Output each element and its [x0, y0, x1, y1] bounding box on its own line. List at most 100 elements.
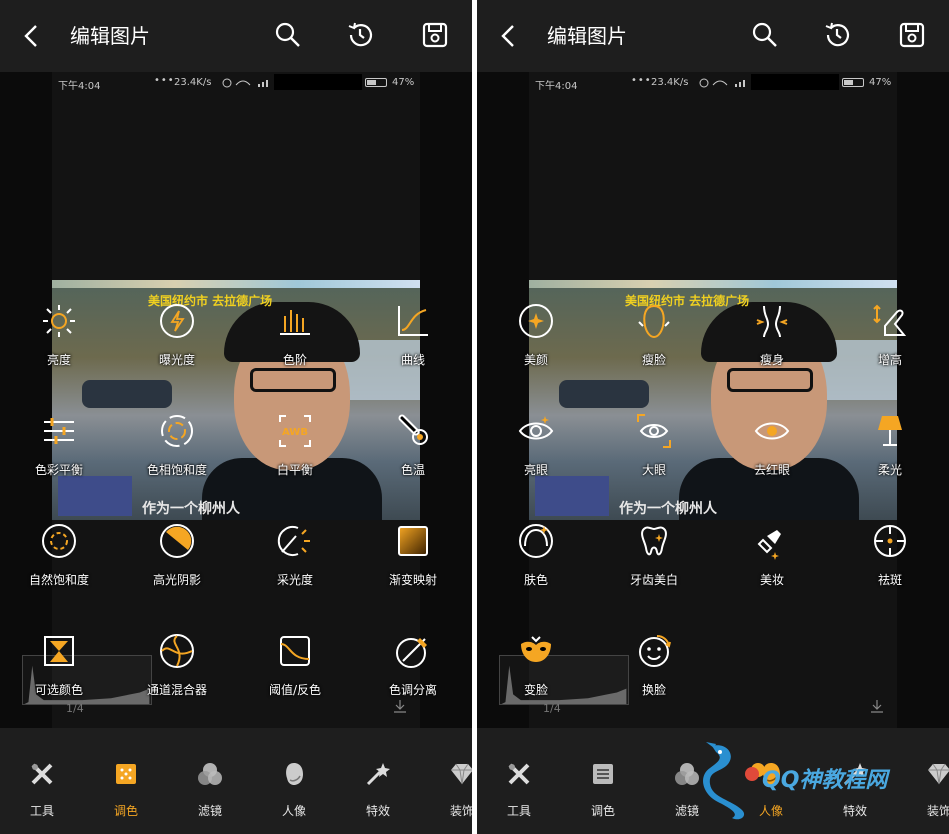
- tool-label: 色阶: [282, 353, 307, 367]
- status-time: 下午4:04: [58, 81, 101, 92]
- tool-soft-light[interactable]: 柔光: [831, 412, 949, 492]
- tool-label: 亮眼: [523, 463, 548, 477]
- category-effects[interactable]: 特效: [350, 760, 406, 819]
- tool-label: 换脸: [641, 683, 666, 697]
- tool-face-swap[interactable]: 换脸: [595, 632, 713, 712]
- tool-label: 亮度: [46, 353, 71, 367]
- category-label: 调色: [590, 804, 615, 818]
- tool-label: 色温: [400, 463, 425, 477]
- back-arrow-icon[interactable]: [20, 22, 44, 50]
- tool-red-eye[interactable]: 去红眼: [713, 412, 831, 492]
- category-color[interactable]: 调色: [98, 760, 154, 819]
- tool-temperature[interactable]: 色温: [354, 412, 472, 492]
- watermark-text: QQ神教程网: [762, 768, 888, 793]
- tool-threshold[interactable]: 阈值/反色: [236, 632, 354, 712]
- sliders-icon: [44, 418, 74, 444]
- body-slim-icon: [756, 305, 788, 338]
- tool-label: 美妆: [759, 573, 784, 587]
- tool-bright-eye[interactable]: 亮眼: [477, 412, 595, 492]
- tool-channel-mixer[interactable]: 通道混合器: [118, 632, 236, 712]
- gradient-map-icon: [398, 526, 428, 556]
- red-eye-icon: [754, 422, 790, 440]
- redacted-box: [751, 74, 839, 90]
- download-icon[interactable]: [869, 698, 885, 714]
- tool-label: 阈值/反色: [268, 683, 322, 697]
- category-tools[interactable]: 工具: [491, 760, 547, 819]
- face-slim-icon: [638, 304, 670, 339]
- tool-label: 美颜: [523, 353, 548, 367]
- history-icon[interactable]: [345, 20, 375, 50]
- tool-selective-color[interactable]: 可选颜色: [0, 632, 118, 712]
- tool-label: 增高: [877, 353, 902, 367]
- tool-blemish[interactable]: 祛斑: [831, 522, 949, 602]
- video-caption-bottom: 作为一个柳州人: [142, 501, 240, 517]
- tool-makeup[interactable]: 美妆: [713, 522, 831, 602]
- hue-icon: [161, 415, 193, 447]
- tool-brightness[interactable]: 亮度: [0, 302, 118, 382]
- category-decor[interactable]: 装饰: [434, 760, 472, 819]
- tool-lighting[interactable]: 采光度: [236, 522, 354, 602]
- tool-big-eye[interactable]: 大眼: [595, 412, 713, 492]
- category-label: 人像: [281, 804, 306, 818]
- status-battery: 47%: [869, 77, 892, 88]
- filter-icon: [198, 763, 222, 785]
- tool-teeth-whitening[interactable]: 牙齿美白: [595, 522, 713, 602]
- search-icon[interactable]: [750, 20, 780, 50]
- video-caption-bottom: 作为一个柳州人: [619, 501, 717, 517]
- category-portrait[interactable]: 人像: [266, 760, 322, 819]
- tool-label: 采光度: [276, 573, 313, 587]
- status-dots: •••: [154, 75, 175, 86]
- image-canvas[interactable]: 下午4:04 ••• 23.4K/s 47% 美国纽约市 去拉德广场 作为一个柳…: [477, 72, 949, 728]
- tool-posterize[interactable]: 色调分离: [354, 632, 472, 712]
- tool-curves[interactable]: 曲线: [354, 302, 472, 382]
- history-icon[interactable]: [822, 20, 852, 50]
- tool-label: 渐变映射: [388, 573, 437, 587]
- page-title: 编辑图片: [70, 24, 150, 48]
- category-filter[interactable]: 滤镜: [182, 760, 238, 819]
- back-arrow-icon[interactable]: [497, 22, 521, 50]
- top-toolbar: 编辑图片: [477, 0, 949, 72]
- tool-change-face[interactable]: 变脸: [477, 632, 595, 712]
- tool-slim-face[interactable]: 瘦脸: [595, 302, 713, 382]
- tool-label: 祛斑: [877, 573, 902, 587]
- category-tools[interactable]: 工具: [14, 760, 70, 819]
- tool-skin-tone[interactable]: 肤色: [477, 522, 595, 602]
- tool-levels[interactable]: 色阶: [236, 302, 354, 382]
- tool-label: 色相饱和度: [146, 463, 207, 477]
- category-color[interactable]: 调色: [575, 760, 631, 819]
- tool-exposure[interactable]: 曝光度: [118, 302, 236, 382]
- color-icon: [116, 764, 136, 784]
- tool-height[interactable]: 增高: [831, 302, 949, 382]
- tooth-icon: [641, 526, 667, 556]
- tool-label: 曲线: [400, 353, 425, 367]
- save-icon[interactable]: [420, 20, 450, 50]
- svg-text:AWB: AWB: [282, 427, 308, 438]
- tool-label: 大眼: [641, 463, 666, 477]
- category-label: 装饰: [449, 804, 472, 818]
- tool-slim-body[interactable]: 瘦身: [713, 302, 831, 382]
- phone-status-bar: 下午4:04 ••• 23.4K/s 47%: [52, 72, 420, 94]
- tool-label: 自然饱和度: [28, 573, 89, 587]
- search-icon[interactable]: [273, 20, 303, 50]
- tool-white-balance[interactable]: AWB 白平衡: [236, 412, 354, 492]
- portrait-icon: [286, 763, 303, 785]
- highlight-icon: [160, 524, 194, 558]
- tool-hue-saturation[interactable]: 色相饱和度: [118, 412, 236, 492]
- battery-icon: [842, 78, 864, 87]
- image-canvas[interactable]: 下午4:04 ••• 23.4K/s 47% 美国纽约市 去拉德广场 作为一个柳…: [0, 72, 472, 728]
- tool-highlight-shadow[interactable]: 高光阴影: [118, 522, 236, 602]
- tools-icon: [31, 763, 53, 785]
- edited-image: 下午4:04 ••• 23.4K/s 47% 美国纽约市 去拉德广场 作为一个柳…: [52, 72, 420, 728]
- tool-color-balance[interactable]: 色彩平衡: [0, 412, 118, 492]
- tool-vibrance[interactable]: 自然饱和度: [0, 522, 118, 602]
- exposure-icon: [160, 304, 194, 338]
- editor-panel-portrait: 编辑图片 下午4:04 ••• 23.4K/s 47% 美国纽约市 去拉德广场 …: [477, 0, 949, 834]
- tool-label: 曝光度: [158, 353, 195, 367]
- tool-beauty[interactable]: 美颜: [477, 302, 595, 382]
- phone-status-bar: 下午4:04 ••• 23.4K/s 47%: [529, 72, 897, 94]
- tool-label: 白平衡: [276, 463, 313, 477]
- lipstick-icon: [757, 530, 781, 560]
- battery-icon: [365, 78, 387, 87]
- save-icon[interactable]: [897, 20, 927, 50]
- tool-gradient-map[interactable]: 渐变映射: [354, 522, 472, 602]
